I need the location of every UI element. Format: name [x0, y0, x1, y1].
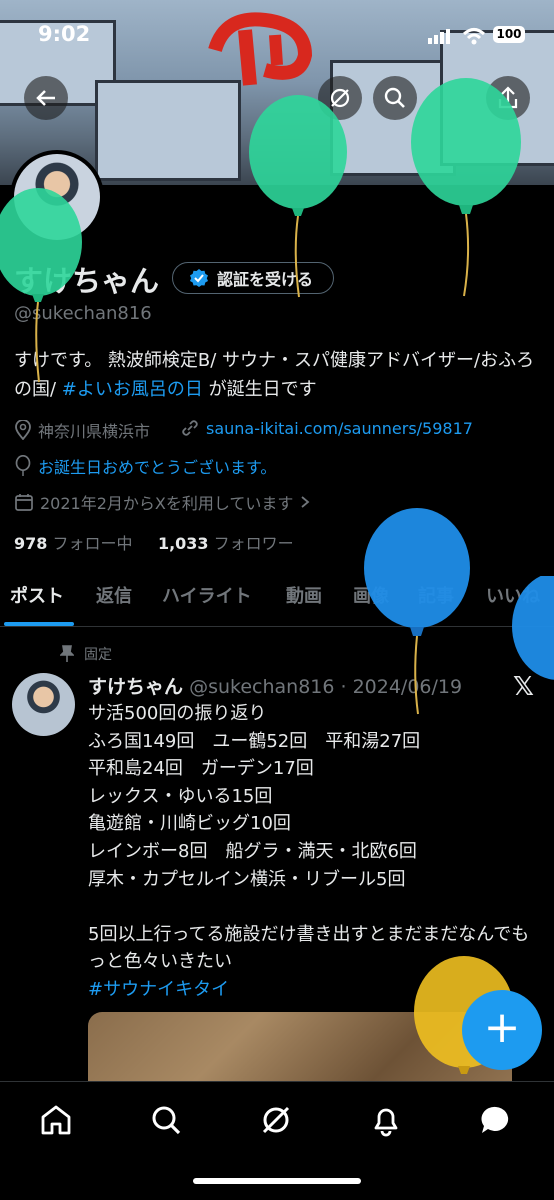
- verified-badge-icon: [190, 269, 208, 287]
- following-link[interactable]: 978 フォロー中: [14, 534, 133, 553]
- status-bar: 9:02 100: [0, 0, 554, 72]
- pinned-text: 固定: [84, 647, 112, 663]
- post-author-avatar[interactable]: [12, 673, 75, 736]
- post-image[interactable]: [88, 1012, 512, 1092]
- calendar-icon: [15, 494, 33, 511]
- search-button[interactable]: [373, 76, 417, 120]
- profile-website[interactable]: sauna-ikitai.com/saunners/59817: [180, 418, 473, 438]
- pinned-label: 固定: [60, 644, 112, 664]
- website-link[interactable]: sauna-ikitai.com/saunners/59817: [206, 419, 473, 438]
- plus-icon: +: [483, 1002, 521, 1053]
- birthday-text: お誕生日おめでとうございます。: [38, 458, 277, 477]
- share-button[interactable]: [486, 76, 530, 120]
- grok-button[interactable]: [318, 76, 362, 120]
- notifications-icon[interactable]: [368, 1102, 404, 1138]
- signal-icon: [428, 29, 450, 44]
- link-icon: [182, 420, 198, 436]
- post-author-name[interactable]: すけちゃん: [88, 676, 183, 698]
- following-label: フォロー中: [52, 534, 133, 553]
- get-verified-label: 認証を受ける: [217, 270, 314, 289]
- home-indicator: [193, 1178, 361, 1184]
- compose-post-button[interactable]: +: [462, 990, 542, 1070]
- location-icon: [15, 420, 31, 440]
- location-text: 神奈川県横浜市: [38, 422, 151, 441]
- search-icon: [384, 87, 405, 108]
- tab-replies[interactable]: 返信: [96, 582, 132, 608]
- profile-bio: すけです。 熱波師検定B/ サウナ・スパ健康アドバイザー/おふろの国/ #よいお…: [14, 346, 544, 404]
- tab-highlights[interactable]: ハイライト: [162, 582, 252, 608]
- post-hashtag-link[interactable]: #サウナイキタイ: [88, 979, 229, 1000]
- bio-suffix: が誕生日です: [202, 379, 317, 400]
- tab-likes[interactable]: いいね: [486, 582, 540, 608]
- profile-location: 神奈川県横浜市: [14, 418, 150, 442]
- profile-handle: @sukechan816: [14, 303, 152, 324]
- following-count: 978: [14, 534, 48, 553]
- share-icon: [498, 86, 518, 109]
- tab-images[interactable]: 画像: [353, 582, 389, 608]
- status-time: 9:02: [38, 22, 91, 46]
- follow-stats: 978 フォロー中 1,033 フォロワー: [14, 530, 294, 554]
- post-body: サ活500回の振り返り ふろ国149回 ユー鶴52回 平和湯27回 平和島24回…: [88, 700, 543, 1004]
- tab-posts[interactable]: ポスト: [10, 582, 64, 608]
- explore-icon[interactable]: [148, 1102, 184, 1138]
- profile-joined: 2021年2月からXを利用しています: [14, 490, 311, 514]
- joined-text: 2021年2月からXを利用しています: [40, 494, 294, 513]
- grok-nav-icon[interactable]: [258, 1102, 294, 1138]
- profile-birthday: お誕生日おめでとうございます。: [14, 454, 276, 478]
- battery-indicator: 100: [493, 26, 525, 43]
- tab-articles[interactable]: 記事: [418, 582, 454, 608]
- post-text: サ活500回の振り返り ふろ国149回 ユー鶴52回 平和湯27回 平和島24回…: [88, 703, 530, 973]
- profile-avatar[interactable]: [10, 150, 104, 244]
- followers-link[interactable]: 1,033 フォロワー: [158, 534, 294, 553]
- back-arrow-icon: [36, 90, 55, 106]
- back-button[interactable]: [24, 76, 68, 120]
- x-logo-icon: 𝕏: [513, 672, 534, 702]
- home-icon[interactable]: [38, 1102, 74, 1138]
- followers-count: 1,033: [157, 534, 209, 553]
- active-tab-indicator: [4, 622, 74, 626]
- grok-icon: [330, 88, 350, 108]
- post-header: すけちゃん @sukechan816 · 2024/06/19: [88, 672, 462, 699]
- pin-icon: [60, 645, 74, 662]
- messages-icon[interactable]: [478, 1102, 514, 1138]
- balloon-icon: [15, 455, 31, 476]
- post-handle-date: @sukechan816 · 2024/06/19: [189, 676, 463, 698]
- profile-name: すけちゃん: [14, 264, 160, 298]
- get-verified-button[interactable]: 認証を受ける: [172, 262, 334, 294]
- wifi-icon: [462, 28, 486, 45]
- followers-label: フォロワー: [213, 534, 294, 553]
- chevron-right-icon[interactable]: [299, 495, 311, 509]
- tab-videos[interactable]: 動画: [286, 582, 322, 608]
- bio-hashtag-link[interactable]: #よいお風呂の日: [62, 379, 203, 400]
- profile-tabs: ポスト 返信 ハイライト 動画 画像 記事 いいね: [0, 578, 554, 627]
